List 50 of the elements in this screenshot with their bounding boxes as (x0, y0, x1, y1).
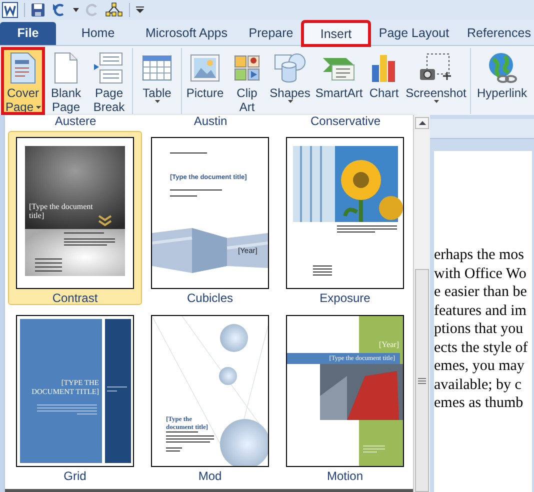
file-tab[interactable]: File (0, 22, 56, 45)
customize-arrow-icon[interactable] (136, 6, 144, 14)
document-text-line: available; by c (434, 376, 522, 394)
document-text-line: e easier than be (434, 283, 527, 302)
blank-page-icon (54, 52, 78, 84)
ribbon-button[interactable]: Hyperlink (473, 48, 531, 114)
ribbon-button[interactable]: Page Break (88, 48, 130, 114)
document-text-line: emes as thumb (434, 394, 524, 412)
ribbon-button[interactable]: Clip Art (228, 48, 266, 114)
document-text-line: with Office Wo (434, 264, 526, 283)
ribbon-button[interactable]: Chart (366, 48, 402, 114)
hierarchy-icon[interactable] (105, 2, 123, 18)
gallery-item-label: Austin (194, 115, 228, 129)
scroll-thumb[interactable] (415, 269, 429, 492)
dropdown-arrow-icon[interactable] (73, 8, 79, 12)
clip-art-icon (234, 55, 260, 81)
ribbon-button[interactable]: SmartArt (314, 48, 364, 114)
page-break-icon (94, 52, 124, 84)
cover-page-icon (10, 52, 36, 84)
ribbon-button[interactable]: Table (135, 48, 179, 114)
save-icon[interactable] (31, 3, 45, 17)
ribbon-tab[interactable]: Prepare (239, 22, 303, 45)
document-text-line: erhaps the mos (434, 246, 524, 264)
ribbon-tab[interactable]: Home (62, 22, 134, 45)
shapes-icon (274, 53, 306, 83)
ribbon-tab[interactable]: Microsoft Apps (134, 22, 239, 45)
document-text-line: ptions that you (434, 320, 524, 338)
word-logo-icon[interactable] (2, 2, 18, 18)
gallery-item-label: Conservative (310, 115, 381, 129)
ribbon-button[interactable]: Blank Page (46, 48, 86, 114)
document-text-line: emes, you may (434, 357, 524, 376)
cover-page-option[interactable]: [Type the document title] Contrast (8, 131, 142, 305)
cover-year-text: [Year] (378, 340, 399, 349)
ribbon-tab[interactable]: Insert (303, 22, 369, 45)
ribbon-button[interactable]: Screenshot (404, 48, 468, 114)
cover-title-text: [Type the document title] (29, 202, 94, 220)
bar-chart-icon (370, 53, 398, 83)
document-text-line: ects the style of (434, 338, 528, 357)
screenshot-icon (419, 53, 453, 83)
ribbon-button[interactable]: Shapes (268, 48, 312, 114)
ribbon-button[interactable]: Picture (184, 48, 226, 114)
globe-link-icon (487, 52, 517, 84)
picture-icon (190, 54, 220, 82)
ribbon-tab[interactable]: Page Layout (369, 22, 459, 45)
table-icon (142, 55, 172, 81)
gallery-item-label: Austere (54, 115, 96, 129)
document-text-line: features and im (434, 302, 526, 320)
up-arrow-icon (418, 121, 426, 125)
ribbon-tab[interactable]: References (459, 22, 534, 45)
scroll-up-button[interactable] (415, 117, 429, 129)
